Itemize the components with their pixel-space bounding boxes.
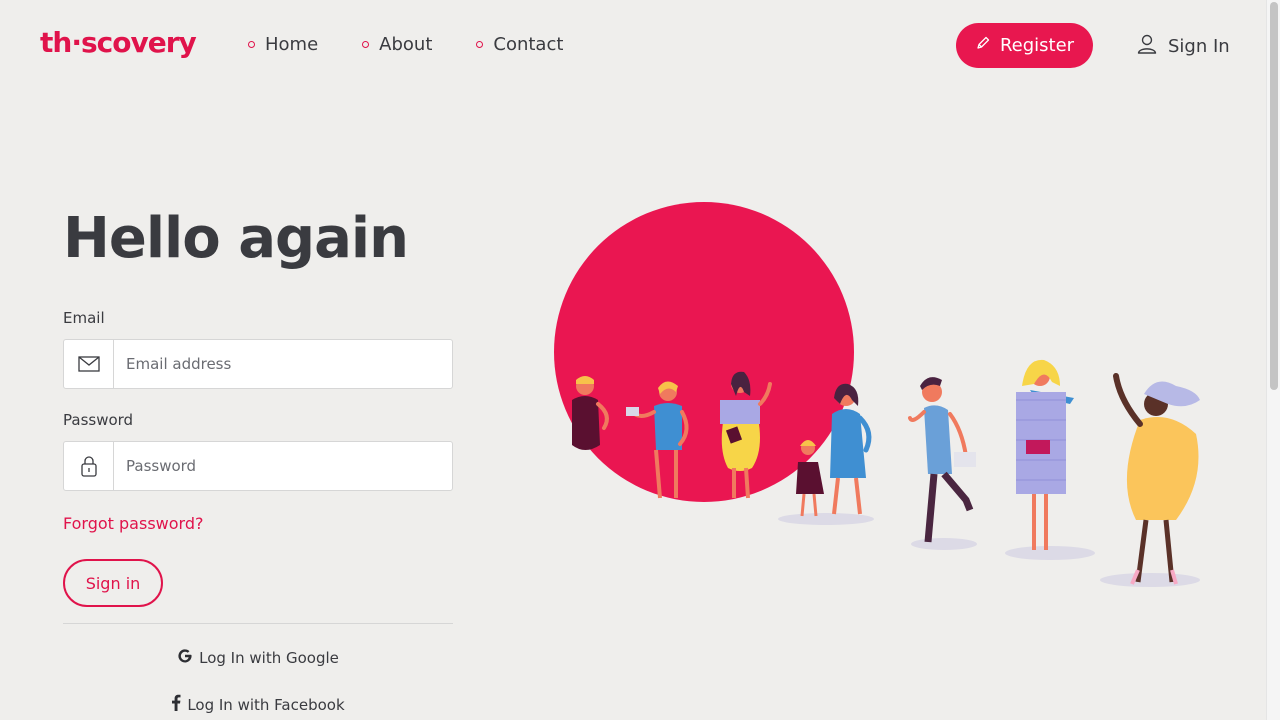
nav-item-about[interactable]: About: [362, 34, 432, 55]
forgot-password-link[interactable]: Forgot password?: [63, 514, 203, 533]
logo[interactable]: th·scovery: [40, 26, 197, 59]
people-illustration: [554, 202, 1200, 587]
main-nav: Home About Contact: [248, 34, 607, 55]
password-field: [63, 441, 453, 491]
page-title: Hello again: [63, 206, 409, 271]
email-field: [63, 339, 453, 389]
google-login-button[interactable]: Log In with Google: [63, 648, 453, 668]
facebook-login-button[interactable]: Log In with Facebook: [63, 694, 453, 715]
signin-label: Sign In: [1168, 36, 1230, 57]
page-scrollbar[interactable]: [1266, 0, 1280, 720]
email-label: Email: [63, 309, 105, 327]
bullet-icon: [248, 41, 255, 48]
decorative-circle: [554, 202, 854, 502]
password-input[interactable]: [114, 442, 452, 490]
email-input[interactable]: [114, 340, 452, 388]
user-icon: [1136, 33, 1158, 60]
google-icon: [177, 648, 193, 668]
scrollbar-thumb[interactable]: [1270, 2, 1278, 390]
site-header: th·scovery Home About Contact Register S…: [0, 0, 1266, 90]
nav-item-label: About: [379, 34, 433, 55]
nav-item-home[interactable]: Home: [248, 34, 318, 55]
facebook-icon: [171, 694, 181, 715]
password-label: Password: [63, 411, 134, 429]
register-button[interactable]: Register: [956, 23, 1093, 68]
person-figure-8: [1113, 373, 1200, 585]
person-figure-6: [908, 377, 976, 543]
signin-button[interactable]: Sign in: [63, 559, 163, 607]
facebook-login-label: Log In with Facebook: [187, 695, 345, 714]
person-figure-7: [1016, 359, 1074, 550]
nav-item-label: Home: [265, 34, 319, 55]
register-label: Register: [999, 35, 1075, 56]
pencil-icon: [975, 35, 991, 56]
bullet-icon: [476, 41, 484, 48]
google-login-label: Log In with Google: [199, 649, 339, 667]
mail-icon: [64, 340, 114, 388]
header-signin-link[interactable]: Sign In: [1136, 33, 1230, 60]
bullet-icon: [362, 41, 370, 48]
nav-item-label: Contact: [493, 34, 564, 55]
nav-item-contact[interactable]: Contact: [476, 34, 563, 55]
lock-icon: [64, 442, 114, 490]
divider: [63, 623, 453, 624]
